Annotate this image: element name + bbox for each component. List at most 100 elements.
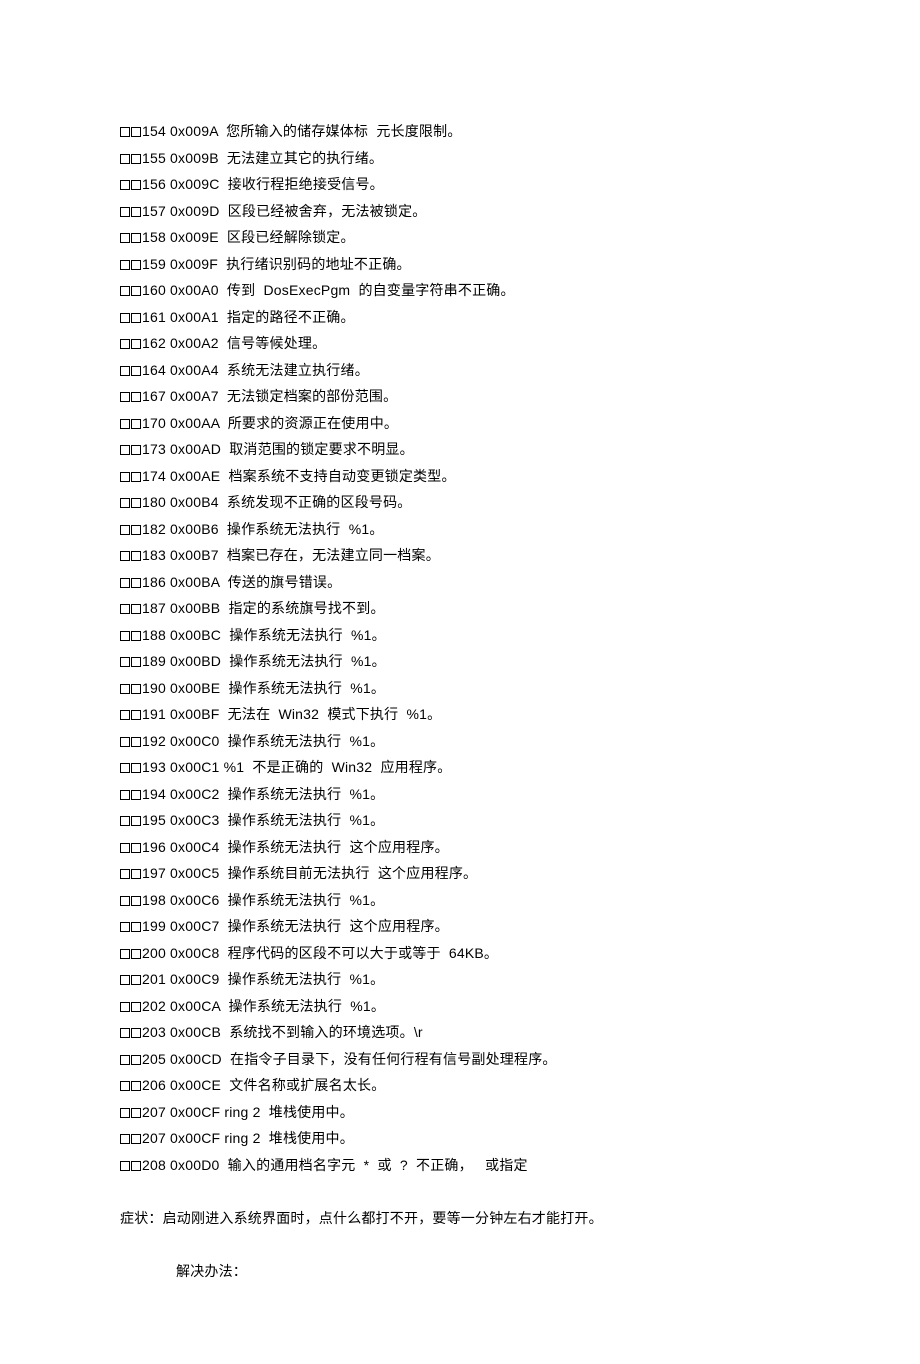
- placeholder-box-icon: [131, 127, 141, 137]
- error-code-text: 156 0x009C 接收行程拒绝接受信号。: [142, 176, 384, 192]
- error-code-text: 206 0x00CE 文件名称或扩展名太长。: [142, 1077, 385, 1093]
- placeholder-box-icon: [120, 339, 130, 349]
- error-code-line: 189 0x00BD 操作系统无法执行 %1。: [120, 648, 800, 675]
- error-code-text: 207 0x00CF ring 2 堆栈使用中。: [142, 1104, 354, 1120]
- error-code-line: 170 0x00AA 所要求的资源正在使用中。: [120, 410, 800, 437]
- placeholder-box-icon: [120, 313, 130, 323]
- error-code-line: 207 0x00CF ring 2 堆栈使用中。: [120, 1099, 800, 1126]
- error-code-text: 207 0x00CF ring 2 堆栈使用中。: [142, 1130, 354, 1146]
- placeholder-box-icon: [131, 154, 141, 164]
- error-code-text: 183 0x00B7 档案已存在，无法建立同一档案。: [142, 547, 440, 563]
- error-code-text: 198 0x00C6 操作系统无法执行 %1。: [142, 892, 384, 908]
- error-code-line: 186 0x00BA 传送的旗号错误。: [120, 569, 800, 596]
- placeholder-box-icon: [120, 816, 130, 826]
- error-code-text: 192 0x00C0 操作系统无法执行 %1。: [142, 733, 384, 749]
- error-code-line: 198 0x00C6 操作系统无法执行 %1。: [120, 887, 800, 914]
- placeholder-box-icon: [120, 631, 130, 641]
- error-code-line: 183 0x00B7 档案已存在，无法建立同一档案。: [120, 542, 800, 569]
- placeholder-box-icon: [131, 657, 141, 667]
- error-code-text: 194 0x00C2 操作系统无法执行 %1。: [142, 786, 384, 802]
- blank-line: [120, 1178, 800, 1205]
- placeholder-box-icon: [120, 260, 130, 270]
- error-code-text: 187 0x00BB 指定的系统旗号找不到。: [142, 600, 385, 616]
- error-code-text: 173 0x00AD 取消范围的锁定要求不明显。: [142, 441, 414, 457]
- placeholder-box-icon: [131, 949, 141, 959]
- placeholder-box-icon: [120, 525, 130, 535]
- error-code-text: 167 0x00A7 无法锁定档案的部份范围。: [142, 388, 397, 404]
- error-code-line: 205 0x00CD 在指令子目录下，没有任何行程有信号副处理程序。: [120, 1046, 800, 1073]
- placeholder-box-icon: [120, 233, 130, 243]
- error-code-text: 180 0x00B4 系统发现不正确的区段号码。: [142, 494, 412, 510]
- error-code-line: 155 0x009B 无法建立其它的执行绪。: [120, 145, 800, 172]
- placeholder-box-icon: [120, 949, 130, 959]
- placeholder-box-icon: [131, 1108, 141, 1118]
- placeholder-box-icon: [120, 604, 130, 614]
- blank-line: [120, 1231, 800, 1258]
- placeholder-box-icon: [120, 1081, 130, 1091]
- error-code-text: 170 0x00AA 所要求的资源正在使用中。: [142, 415, 398, 431]
- placeholder-box-icon: [131, 207, 141, 217]
- placeholder-box-icon: [120, 790, 130, 800]
- placeholder-box-icon: [131, 313, 141, 323]
- placeholder-box-icon: [131, 1081, 141, 1091]
- error-code-line: 203 0x00CB 系统找不到输入的环境选项。\r: [120, 1019, 800, 1046]
- error-code-text: 162 0x00A2 信号等候处理。: [142, 335, 326, 351]
- error-code-text: 197 0x00C5 操作系统目前无法执行 这个应用程序。: [142, 865, 477, 881]
- error-code-line: 157 0x009D 区段已经被舍弃，无法被锁定。: [120, 198, 800, 225]
- placeholder-box-icon: [131, 816, 141, 826]
- placeholder-box-icon: [131, 604, 141, 614]
- placeholder-box-icon: [120, 207, 130, 217]
- placeholder-box-icon: [131, 525, 141, 535]
- placeholder-box-icon: [120, 419, 130, 429]
- error-code-text: 191 0x00BF 无法在 Win32 模式下执行 %1。: [142, 706, 441, 722]
- error-code-text: 195 0x00C3 操作系统无法执行 %1。: [142, 812, 384, 828]
- error-code-text: 200 0x00C8 程序代码的区段不可以大于或等于 64KB。: [142, 945, 498, 961]
- placeholder-box-icon: [131, 896, 141, 906]
- placeholder-box-icon: [120, 1108, 130, 1118]
- placeholder-box-icon: [131, 1002, 141, 1012]
- error-code-line: 180 0x00B4 系统发现不正确的区段号码。: [120, 489, 800, 516]
- placeholder-box-icon: [120, 1055, 130, 1065]
- error-code-text: 174 0x00AE 档案系统不支持自动变更锁定类型。: [142, 468, 456, 484]
- placeholder-box-icon: [120, 472, 130, 482]
- placeholder-box-icon: [131, 260, 141, 270]
- placeholder-box-icon: [120, 445, 130, 455]
- error-code-text: 157 0x009D 区段已经被舍弃，无法被锁定。: [142, 203, 426, 219]
- error-code-line: 208 0x00D0 输入的通用档名字元 * 或 ? 不正确， 或指定: [120, 1152, 800, 1179]
- placeholder-box-icon: [120, 869, 130, 879]
- error-code-line: 190 0x00BE 操作系统无法执行 %1。: [120, 675, 800, 702]
- placeholder-box-icon: [131, 869, 141, 879]
- error-code-text: 155 0x009B 无法建立其它的执行绪。: [142, 150, 383, 166]
- placeholder-box-icon: [120, 1002, 130, 1012]
- error-code-line: 162 0x00A2 信号等候处理。: [120, 330, 800, 357]
- error-code-text: 199 0x00C7 操作系统无法执行 这个应用程序。: [142, 918, 449, 934]
- error-code-text: 196 0x00C4 操作系统无法执行 这个应用程序。: [142, 839, 449, 855]
- placeholder-box-icon: [131, 233, 141, 243]
- placeholder-box-icon: [120, 1134, 130, 1144]
- error-code-text: 205 0x00CD 在指令子目录下，没有任何行程有信号副处理程序。: [142, 1051, 557, 1067]
- error-code-text: 208 0x00D0 输入的通用档名字元 * 或 ? 不正确， 或指定: [142, 1157, 528, 1173]
- error-code-line: 174 0x00AE 档案系统不支持自动变更锁定类型。: [120, 463, 800, 490]
- placeholder-box-icon: [131, 551, 141, 561]
- error-code-text: 159 0x009F 执行绪识别码的地址不正确。: [142, 256, 411, 272]
- placeholder-box-icon: [120, 366, 130, 376]
- placeholder-box-icon: [131, 1161, 141, 1171]
- placeholder-box-icon: [131, 1055, 141, 1065]
- placeholder-box-icon: [120, 896, 130, 906]
- placeholder-box-icon: [131, 975, 141, 985]
- error-code-line: 202 0x00CA 操作系统无法执行 %1。: [120, 993, 800, 1020]
- placeholder-box-icon: [131, 1028, 141, 1038]
- error-code-line: 206 0x00CE 文件名称或扩展名太长。: [120, 1072, 800, 1099]
- error-code-line: 200 0x00C8 程序代码的区段不可以大于或等于 64KB。: [120, 940, 800, 967]
- error-code-text: 203 0x00CB 系统找不到输入的环境选项。\r: [142, 1024, 423, 1040]
- error-code-line: 154 0x009A 您所输入的储存媒体标 元长度限制。: [120, 118, 800, 145]
- placeholder-box-icon: [131, 339, 141, 349]
- error-code-line: 194 0x00C2 操作系统无法执行 %1。: [120, 781, 800, 808]
- placeholder-box-icon: [120, 763, 130, 773]
- error-code-text: 160 0x00A0 传到 DosExecPgm 的自变量字符串不正确。: [142, 282, 515, 298]
- placeholder-box-icon: [120, 922, 130, 932]
- error-code-text: 202 0x00CA 操作系统无法执行 %1。: [142, 998, 385, 1014]
- solution-label: 解决办法：: [120, 1258, 800, 1285]
- placeholder-box-icon: [131, 419, 141, 429]
- placeholder-box-icon: [131, 286, 141, 296]
